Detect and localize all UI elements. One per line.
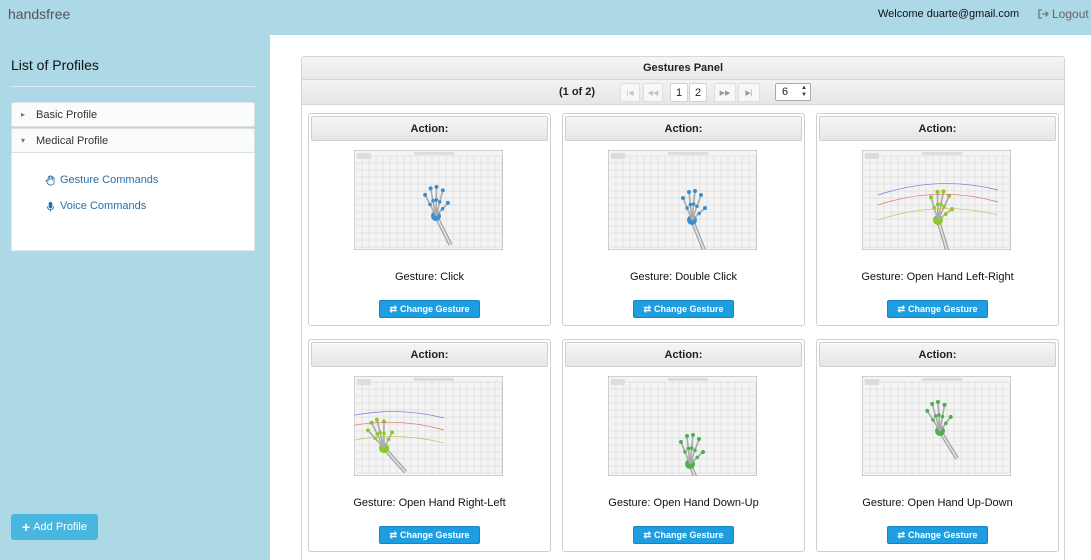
card-action-label: Action: xyxy=(819,342,1056,367)
change-gesture-label: Change Gesture xyxy=(908,304,978,314)
card-gesture-label: Gesture: Open Hand Up-Down xyxy=(862,497,1013,509)
next-page-icon: ▶▶ xyxy=(719,89,731,97)
gestures-panel: Gestures Panel (1 of 2) |◀ ◀◀ 1 2 ▶▶ ▶| … xyxy=(301,56,1065,560)
gesture-preview-image xyxy=(608,150,757,250)
swap-icon: ⇄ xyxy=(389,529,397,540)
change-gesture-button[interactable]: ⇄ Change Gesture xyxy=(633,526,734,544)
swap-icon: ⇄ xyxy=(897,529,905,540)
change-gesture-label: Change Gesture xyxy=(654,304,724,314)
panel-title: Gestures Panel xyxy=(302,57,1064,80)
card-gesture-label: Gesture: Open Hand Right-Left xyxy=(353,497,506,509)
swap-icon: ⇄ xyxy=(897,303,905,314)
card-action-label: Action: xyxy=(819,116,1056,141)
logout-label: Logout xyxy=(1052,7,1089,21)
first-page-button[interactable]: |◀ xyxy=(620,83,640,102)
swap-icon: ⇄ xyxy=(643,529,651,540)
change-gesture-label: Change Gesture xyxy=(400,304,470,314)
voice-commands-label: Voice Commands xyxy=(60,200,147,212)
gesture-preview-image xyxy=(862,150,1011,250)
change-gesture-label: Change Gesture xyxy=(400,530,470,540)
voice-commands-link[interactable]: Voice Commands xyxy=(45,193,254,219)
change-gesture-button[interactable]: ⇄ Change Gesture xyxy=(887,300,988,318)
sidebar-divider xyxy=(11,86,255,87)
last-page-icon: ▶| xyxy=(745,89,753,97)
swap-icon: ⇄ xyxy=(643,303,651,314)
gesture-preview-image xyxy=(354,150,503,250)
previous-page-icon: ◀◀ xyxy=(647,89,659,97)
gesture-preview-image xyxy=(354,376,503,476)
profile-basic-label: Basic Profile xyxy=(36,108,98,121)
card-gesture-label: Gesture: Open Hand Down-Up xyxy=(608,497,759,509)
swap-icon: ⇄ xyxy=(389,303,397,314)
gesture-card: Action: Gesture: Open Hand Down-Up ⇄ Chan… xyxy=(562,339,805,552)
card-action-label: Action: xyxy=(311,342,548,367)
gesture-preview-image xyxy=(608,376,757,476)
gesture-card: Action: Gesture: Click ⇄ Change Gesture xyxy=(308,113,551,326)
microphone-icon xyxy=(46,201,55,212)
change-gesture-label: Change Gesture xyxy=(654,530,724,540)
card-action-label: Action: xyxy=(311,116,548,141)
welcome-message: Welcome duarte@gmail.com xyxy=(878,8,1020,20)
profile-medical-label: Medical Profile xyxy=(36,134,109,147)
logout-icon xyxy=(1038,9,1049,19)
page-indicator: (1 of 2) xyxy=(559,86,596,98)
sidebar-title: List of Profiles xyxy=(11,57,99,73)
gesture-commands-link[interactable]: Gesture Commands xyxy=(45,167,254,193)
rows-per-page-value: 6 xyxy=(782,86,789,98)
add-profile-label: Add Profile xyxy=(33,521,87,533)
first-page-icon: |◀ xyxy=(626,89,634,97)
top-bar: handsfree Welcome duarte@gmail.com Logou… xyxy=(0,0,1091,30)
gesture-commands-label: Gesture Commands xyxy=(60,174,159,186)
change-gesture-button[interactable]: ⇄ Change Gesture xyxy=(379,526,480,544)
next-page-button[interactable]: ▶▶ xyxy=(714,83,736,102)
profile-medical-body: Gesture Commands Voice Commands xyxy=(11,153,255,251)
card-action-label: Action: xyxy=(565,342,802,367)
previous-page-button[interactable]: ◀◀ xyxy=(643,83,663,102)
hand-icon xyxy=(45,174,55,185)
last-page-button[interactable]: ▶| xyxy=(738,83,760,102)
paginator: (1 of 2) |◀ ◀◀ 1 2 ▶▶ ▶| 6 ▲ ▼ xyxy=(302,80,1064,105)
profiles-accordion: ▸ Basic Profile ▾ Medical Profile Gestur… xyxy=(11,102,255,251)
card-gesture-label: Gesture: Open Hand Left-Right xyxy=(861,271,1014,283)
spinner-arrows-icon: ▲ ▼ xyxy=(801,85,807,98)
caret-right-icon: ▸ xyxy=(21,110,26,119)
brand-logo[interactable]: handsfree xyxy=(8,6,70,22)
change-gesture-label: Change Gesture xyxy=(908,530,978,540)
add-profile-button[interactable]: + Add Profile xyxy=(11,514,98,540)
main-content: Gestures Panel (1 of 2) |◀ ◀◀ 1 2 ▶▶ ▶| … xyxy=(270,35,1091,560)
gesture-card: Action: Gesture: Double Click ⇄ Change Ge… xyxy=(562,113,805,326)
logout-button[interactable]: Logout xyxy=(1037,7,1089,21)
caret-down-icon: ▾ xyxy=(21,136,26,145)
gesture-card: Action: Gesture: Open Hand Left-Right ⇄ C… xyxy=(816,113,1059,326)
plus-icon: + xyxy=(22,519,31,535)
gesture-card: Action: Gesture: Open Hand Right-Left ⇄ C… xyxy=(308,339,551,552)
change-gesture-button[interactable]: ⇄ Change Gesture xyxy=(379,300,480,318)
profile-basic-header[interactable]: ▸ Basic Profile xyxy=(11,102,255,127)
page-1-button[interactable]: 1 xyxy=(670,83,688,102)
card-gesture-label: Gesture: Double Click xyxy=(630,271,737,283)
rows-per-page-select[interactable]: 6 ▲ ▼ xyxy=(775,83,811,101)
card-action-label: Action: xyxy=(565,116,802,141)
change-gesture-button[interactable]: ⇄ Change Gesture xyxy=(887,526,988,544)
card-gesture-label: Gesture: Click xyxy=(394,271,465,283)
change-gesture-button[interactable]: ⇄ Change Gesture xyxy=(633,300,734,318)
gesture-card: Action: Gesture: Open Hand Up-Down ⇄ Chan… xyxy=(816,339,1059,552)
profile-medical-header[interactable]: ▾ Medical Profile xyxy=(11,128,255,153)
page-2-button[interactable]: 2 xyxy=(689,83,707,102)
gesture-preview-image xyxy=(862,376,1011,476)
